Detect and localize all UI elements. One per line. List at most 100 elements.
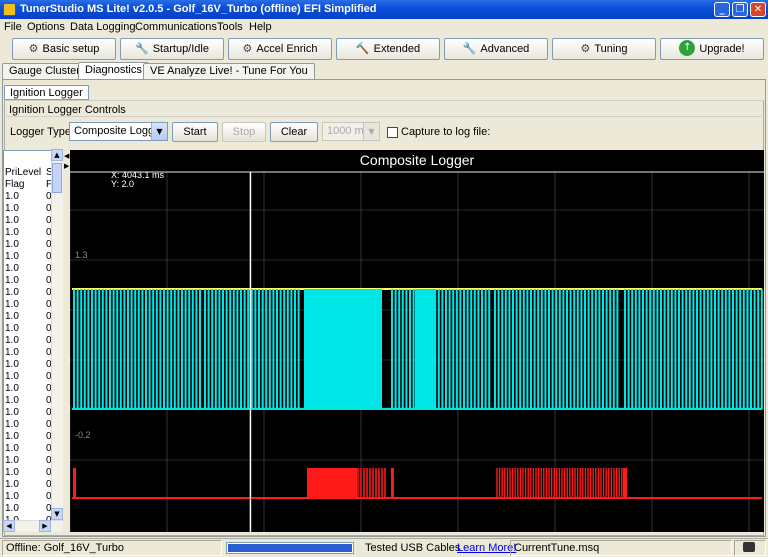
list-item: 1.0 bbox=[5, 455, 19, 466]
stop-button[interactable]: Stop bbox=[222, 122, 266, 142]
list-item: 1.0 bbox=[5, 407, 19, 418]
y-tick-high: 1.3 bbox=[75, 250, 88, 260]
red-pulse bbox=[73, 468, 76, 498]
list-item: 1.0 bbox=[5, 359, 19, 370]
menu-data-logging[interactable]: Data Logging bbox=[70, 21, 135, 33]
list-horizontal-scrollbar[interactable]: ◀ ▶ bbox=[3, 520, 63, 532]
offline-status: Offline: Golf_16V_Turbo bbox=[2, 540, 222, 556]
gear-icon: ⚙ bbox=[580, 42, 591, 55]
tuning-label: Tuning bbox=[594, 43, 628, 55]
list-item: 1.0 bbox=[5, 431, 19, 442]
plug-icon bbox=[743, 542, 755, 552]
red-block bbox=[307, 468, 357, 498]
accel-enrich-label: Accel Enrich bbox=[256, 43, 318, 55]
learn-more-link[interactable]: Learn More! bbox=[457, 542, 516, 554]
chart-title: Composite Logger bbox=[360, 152, 475, 168]
list-item: 1.0 bbox=[5, 275, 19, 286]
minimize-button[interactable]: _ bbox=[714, 2, 730, 17]
list-scroll-thumb[interactable] bbox=[52, 163, 62, 193]
red-pulse bbox=[623, 468, 627, 498]
list-item: 1.0 bbox=[5, 467, 19, 478]
menu-help[interactable]: Help bbox=[249, 21, 272, 33]
list-item: 1.0 bbox=[5, 251, 19, 262]
extended-button[interactable]: 🔨 Extended bbox=[336, 38, 440, 60]
basic-setup-button[interactable]: ⚙ Basic setup bbox=[12, 38, 116, 60]
list-item: 1.0 bbox=[5, 203, 19, 214]
y-tick-low: -0.2 bbox=[75, 430, 91, 440]
list-item: 1.0 bbox=[5, 287, 19, 298]
tab-diagnostics[interactable]: Diagnostics bbox=[78, 62, 149, 79]
list-item: 1.0 bbox=[5, 227, 19, 238]
list-vertical-scrollbar[interactable]: ▲ ▼ bbox=[51, 149, 63, 520]
expand-right-icon[interactable]: ▶ bbox=[64, 162, 69, 170]
logger-type-select[interactable]: Composite Logger ▼ bbox=[69, 122, 168, 141]
list-item: 1.0 bbox=[5, 347, 19, 358]
menu-options[interactable]: Options bbox=[27, 21, 65, 33]
list-item: 1.0 bbox=[5, 335, 19, 346]
close-button[interactable]: ✕ bbox=[750, 2, 766, 17]
list-item: 1.0 bbox=[5, 239, 19, 250]
upgrade-button[interactable]: ↑ Upgrade! bbox=[660, 38, 764, 60]
collapse-left-icon[interactable]: ◀ bbox=[64, 152, 69, 160]
start-button[interactable]: Start bbox=[172, 122, 218, 142]
tab-gauge-cluster[interactable]: Gauge Cluster bbox=[2, 63, 87, 79]
capture-checkbox[interactable] bbox=[387, 127, 398, 138]
menu-bar: File Options Data Logging Communications… bbox=[0, 19, 768, 36]
list-item: 1.0 bbox=[5, 383, 19, 394]
list-item: 1.0 bbox=[5, 191, 19, 202]
list-item: 1.0 bbox=[5, 299, 19, 310]
upgrade-label: Upgrade! bbox=[699, 43, 745, 55]
scroll-down-icon[interactable]: ▼ bbox=[51, 508, 63, 520]
title-bar: TunerStudio MS Lite! v2.0.5 - Golf_16V_T… bbox=[0, 0, 768, 19]
list-item: 1.0 bbox=[5, 503, 19, 514]
list-item: 1.0 bbox=[5, 263, 19, 274]
tab-ignition-logger[interactable]: Ignition Logger bbox=[4, 85, 89, 100]
window-title: TunerStudio MS Lite! v2.0.5 - Golf_16V_T… bbox=[20, 3, 377, 15]
app-icon bbox=[3, 3, 16, 16]
tab-ve-analyze[interactable]: VE Analyze Live! - Tune For You bbox=[143, 63, 315, 79]
list-item: 1.0 bbox=[5, 311, 19, 322]
accel-enrich-button[interactable]: ⚙ Accel Enrich bbox=[228, 38, 332, 60]
logger-type-label: Logger Type: bbox=[10, 126, 75, 138]
scroll-up-icon[interactable]: ▲ bbox=[51, 149, 63, 161]
advanced-label: Advanced bbox=[480, 43, 530, 55]
group-title: Ignition Logger Controls bbox=[9, 104, 126, 116]
interval-select[interactable]: 1000 ms ▼ bbox=[322, 122, 380, 141]
list-item: 1.0 bbox=[5, 371, 19, 382]
startup-idle-button[interactable]: 🔧 Startup/Idle bbox=[120, 38, 224, 60]
tune-file-status: CurrentTune.msq bbox=[510, 540, 732, 556]
hammer-icon: 🔨 bbox=[355, 42, 370, 55]
scroll-right-icon[interactable]: ▶ bbox=[39, 520, 51, 532]
list-header-flag: Flag bbox=[5, 179, 25, 190]
menu-tools[interactable]: Tools bbox=[217, 21, 243, 33]
menu-communications[interactable]: Communications bbox=[135, 21, 217, 33]
chevron-down-icon: ▼ bbox=[151, 123, 167, 140]
cyan-block bbox=[415, 289, 435, 409]
status-bar: Offline: Golf_16V_Turbo Tested USB Cable… bbox=[0, 538, 768, 557]
list-item: 1.0 bbox=[5, 443, 19, 454]
red-pulse bbox=[391, 468, 394, 498]
up-arrow-icon: ↑ bbox=[679, 40, 696, 57]
maximize-button[interactable]: ❐ bbox=[732, 2, 748, 17]
capture-label: Capture to log file: bbox=[401, 126, 491, 138]
extended-label: Extended bbox=[373, 43, 421, 55]
composite-logger-chart[interactable]: Composite Logger X: 4043.1 ms Y: 2.0 1.3… bbox=[70, 150, 764, 532]
list-header-prilevel: PriLevel bbox=[5, 167, 42, 178]
list-item: 1.0 bbox=[5, 323, 19, 334]
main-tabs: Gauge Cluster Diagnostics VE Analyze Liv… bbox=[0, 62, 768, 79]
tuning-button[interactable]: ⚙ Tuning bbox=[552, 38, 656, 60]
toolbar: ⚙ Basic setup 🔧 Startup/Idle ⚙ Accel Enrich… bbox=[0, 36, 768, 62]
startup-idle-label: Startup/Idle bbox=[152, 43, 209, 55]
scroll-left-icon[interactable]: ◀ bbox=[3, 520, 15, 532]
chevron-down-icon: ▼ bbox=[363, 123, 379, 140]
status-progress bbox=[226, 542, 354, 554]
menu-file[interactable]: File bbox=[4, 21, 22, 33]
advanced-button[interactable]: 🔧 Advanced bbox=[444, 38, 548, 60]
list-item: 1.0 bbox=[5, 419, 19, 430]
clear-button[interactable]: Clear bbox=[270, 122, 318, 142]
list-item: 1.0 bbox=[5, 479, 19, 490]
list-item: 1.0 bbox=[5, 395, 19, 406]
connection-indicator bbox=[734, 540, 766, 556]
cursor-y-readout: Y: 2.0 bbox=[111, 179, 134, 189]
gear-icon: ⚙ bbox=[242, 42, 253, 55]
